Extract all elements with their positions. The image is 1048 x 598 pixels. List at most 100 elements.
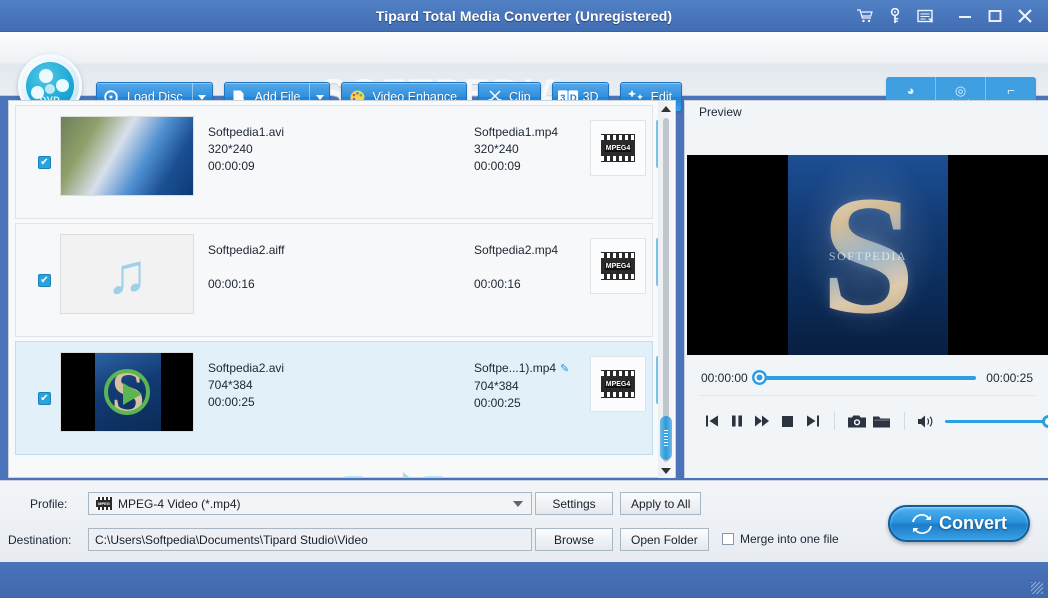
output-format-label: MPEG4 [605, 145, 632, 152]
source-duration: 00:00:09 [208, 158, 284, 175]
music-note-icon: ♫ [106, 246, 148, 302]
output-info: Softpedia1.mp4 320*240 00:00:09 [474, 124, 558, 175]
toolbar: SOFTPEDIA DVD Load Disc Add File [0, 32, 1048, 96]
mpeg-icon-label: MPEG [98, 501, 110, 506]
source-format-badge: 2D [344, 476, 363, 478]
source-info: Softpedia2.aiff 00:00:16 [208, 242, 285, 293]
seek-row: 00:00:00 00:00:25 [685, 363, 1048, 393]
minimize-button[interactable] [950, 3, 980, 29]
output-resolution: 704*384 [474, 378, 569, 395]
preview-stage[interactable]: S SOFTPEDIA [687, 155, 1048, 355]
window-controls [850, 0, 1040, 32]
output-format-icon[interactable]: MPEG4 [590, 356, 646, 412]
nvidia-icon: ◕ [907, 84, 915, 97]
output-duration: 00:00:16 [474, 276, 558, 293]
source-file-name: Softpedia2.avi [208, 360, 284, 377]
scroll-down-button[interactable] [658, 464, 674, 478]
table-row[interactable]: Softpedia1.avi 320*240 00:00:09 2D 2D So… [15, 105, 653, 219]
forward-button[interactable] [749, 407, 774, 435]
volume-handle[interactable] [1042, 415, 1048, 428]
table-row[interactable]: S Softpedia2.avi 704*384 00:00:25 2D 2D … [15, 341, 653, 455]
total-time-label: 00:00:25 [986, 371, 1033, 385]
output-info: Softpedia2.mp4 00:00:16 [474, 242, 558, 293]
volume-icon[interactable] [913, 407, 938, 435]
file-list-scrollbar[interactable] [658, 102, 674, 478]
play-overlay-icon [104, 369, 150, 415]
profile-label: Profile: [30, 497, 67, 511]
divider [904, 412, 905, 430]
output-file-name: Softpe...1).mp4 [474, 361, 556, 375]
mpeg-icon: MPEG [96, 497, 112, 510]
destination-input[interactable]: C:\Users\Softpedia\Documents\Tipard Stud… [88, 528, 532, 551]
scrollbar-thumb[interactable] [660, 416, 672, 460]
seek-slider[interactable] [758, 376, 977, 380]
convert-label: Convert [939, 513, 1007, 534]
rename-output-icon[interactable]: ✎ [560, 363, 569, 375]
row-checkbox[interactable] [38, 392, 51, 405]
register-icon[interactable] [910, 3, 940, 29]
output-info: Softpe...1).mp4✎ 704*384 00:00:25 [474, 360, 569, 412]
output-format-label: MPEG4 [605, 263, 632, 270]
source-duration: 00:00:16 [208, 276, 285, 293]
source-info: Softpedia1.avi 320*240 00:00:09 [208, 124, 284, 175]
chevron-down-icon[interactable] [513, 501, 523, 507]
previous-button[interactable] [699, 407, 724, 435]
output-duration: 00:00:09 [474, 158, 558, 175]
table-row[interactable]: ♫ Softpedia2.aiff 00:00:16 ♪ ♪ Softpedia… [15, 223, 653, 337]
preview-image: S SOFTPEDIA [788, 155, 948, 355]
source-file-name: Softpedia1.avi [208, 124, 284, 141]
output-file-name: Softpedia2.mp4 [474, 242, 558, 259]
stop-button[interactable] [775, 407, 800, 435]
checkbox-box[interactable] [722, 533, 734, 545]
settings-button[interactable]: Settings [535, 492, 613, 515]
title-bar: Tipard Total Media Converter (Unregister… [0, 0, 1048, 32]
intel-icon: ◎ [955, 84, 966, 97]
browse-button[interactable]: Browse [535, 528, 613, 551]
resize-grip[interactable] [1031, 582, 1043, 594]
source-thumbnail[interactable] [60, 116, 194, 196]
key-icon[interactable] [880, 3, 910, 29]
source-file-name: Softpedia2.aiff [208, 242, 285, 259]
output-resolution: 320*240 [474, 141, 558, 158]
output-format-icon[interactable]: MPEG4 [590, 120, 646, 176]
close-button[interactable] [1010, 3, 1040, 29]
application-window: Tipard Total Media Converter (Unregister… [0, 0, 1048, 598]
source-resolution: 704*384 [208, 377, 284, 394]
profile-value: MPEG-4 Video (*.mp4) [118, 497, 241, 511]
pause-button[interactable] [724, 407, 749, 435]
destination-label: Destination: [8, 533, 71, 547]
source-thumbnail[interactable]: S [60, 352, 194, 432]
merge-into-one-file-checkbox[interactable]: Merge into one file [722, 532, 839, 546]
row-checkbox[interactable] [38, 274, 51, 287]
convert-button[interactable]: Convert [888, 505, 1030, 542]
apply-to-all-button[interactable]: Apply to All [620, 492, 701, 515]
file-list: Softpedia1.avi 320*240 00:00:09 2D 2D So… [9, 101, 659, 477]
output-file-name: Softpedia1.mp4 [474, 124, 558, 141]
maximize-button[interactable] [980, 3, 1010, 29]
output-format-icon[interactable]: MPEG4 [590, 238, 646, 294]
scroll-up-button[interactable] [658, 102, 674, 116]
preview-title: Preview [699, 105, 742, 119]
output-resolution [474, 259, 558, 276]
profile-select[interactable]: MPEG MPEG-4 Video (*.mp4) [88, 492, 532, 515]
open-folder-button[interactable]: Open Folder [620, 528, 709, 551]
chevron-down-icon [198, 95, 206, 100]
seek-handle[interactable] [752, 370, 767, 385]
source-resolution: 320*240 [208, 141, 284, 158]
volume-slider[interactable] [945, 420, 1048, 423]
target-format-badge: 2D [424, 476, 443, 478]
player-controls [685, 401, 1048, 441]
next-button[interactable] [800, 407, 825, 435]
cart-icon[interactable] [850, 3, 880, 29]
scrollbar-track[interactable] [663, 118, 669, 462]
source-duration: 00:00:25 [208, 394, 284, 411]
folder-button[interactable] [869, 407, 894, 435]
destination-value: C:\Users\Softpedia\Documents\Tipard Stud… [95, 533, 368, 547]
snapshot-button[interactable] [844, 407, 869, 435]
row-checkbox[interactable] [38, 156, 51, 169]
source-resolution [208, 259, 285, 276]
merge-label: Merge into one file [740, 532, 839, 546]
status-bar [0, 562, 1048, 598]
source-thumbnail[interactable]: ♫ [60, 234, 194, 314]
divider [699, 395, 1035, 396]
